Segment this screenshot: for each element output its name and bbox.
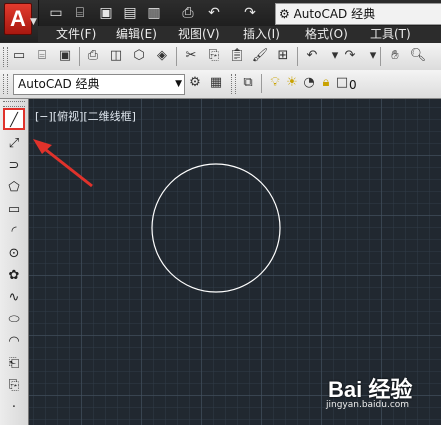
watermark-url: jingyan.baidu.com: [326, 400, 410, 410]
canvas-overlay: [33, 139, 281, 293]
drawn-circle[interactable]: [151, 163, 281, 293]
annotation-arrow: [33, 139, 93, 188]
